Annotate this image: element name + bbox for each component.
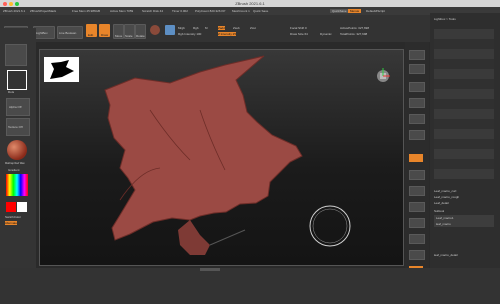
- brush-thumbnails-grid[interactable]: [434, 29, 494, 179]
- floor-button[interactable]: [409, 170, 425, 180]
- total-points-readout: TotalPoints: 327,698: [340, 32, 368, 36]
- quicksave-button[interactable]: QuickSave: [330, 9, 349, 13]
- info-item: PolyCount 820.326 KP: [195, 9, 226, 13]
- bpr-button[interactable]: [409, 50, 425, 60]
- aahalf-button[interactable]: [409, 130, 425, 140]
- stroke-icon[interactable]: [165, 25, 175, 35]
- tool-palette: Lightbox > Tools Leaf_macro_curl Leaf_ma…: [430, 13, 500, 285]
- rotate-view-button[interactable]: [409, 250, 425, 260]
- lightbox-tools-label: Lightbox > Tools: [434, 17, 456, 21]
- alpha-off-button[interactable]: Alpha Off: [6, 98, 30, 116]
- live-boolean-button[interactable]: Live Boolean: [57, 26, 83, 39]
- focal-shift-slider[interactable]: Focal Shift 0: [290, 26, 307, 30]
- mrgb-toggle[interactable]: Mrgb: [178, 26, 185, 30]
- rgb-intensity-slider[interactable]: Rgb Intensity 100: [178, 32, 201, 36]
- subtool-header: Subtool: [434, 209, 445, 213]
- info-item: MeshCount 1: [232, 9, 250, 13]
- list-item[interactable]: leaf_macro_detail: [434, 253, 458, 257]
- draw-size-slider[interactable]: Draw Size 64: [290, 32, 308, 36]
- gradient-label: Gradient: [8, 168, 20, 172]
- brush-icon[interactable]: [150, 25, 160, 35]
- list-item[interactable]: Leaf_macro1: [436, 216, 454, 220]
- zadd-toggle[interactable]: Zadd: [218, 26, 225, 30]
- lightbox-button[interactable]: LightBox: [33, 26, 55, 39]
- move-mode-button[interactable]: Move: [113, 24, 124, 39]
- title-bar: ZBrush 2021.6.1: [0, 0, 500, 7]
- default-zscript-button[interactable]: DefaultZScript: [366, 9, 385, 13]
- material-icon[interactable]: [7, 140, 27, 160]
- rgb-toggle[interactable]: Rgb: [193, 26, 199, 30]
- left-shelf: Dots Alpha Off Texture Off MatCap Red Wa…: [0, 28, 36, 272]
- material-label: MatCap Red Wax: [5, 162, 25, 165]
- subtool-2-label[interactable]: Leaf_detail: [434, 201, 449, 205]
- edit-mode-button[interactable]: Edit: [86, 24, 97, 37]
- viewport-canvas[interactable]: [39, 49, 404, 266]
- color-picker[interactable]: [6, 174, 28, 196]
- zsub-toggle[interactable]: Zsub: [233, 26, 240, 30]
- top-shelf: Home Page LightBox Live Boolean Edit Dra…: [0, 15, 500, 42]
- move-view-button[interactable]: [409, 218, 425, 228]
- info-item: ZBrush 2021.6.1: [3, 9, 26, 13]
- z-intensity-slider[interactable]: Z Intensity 25: [218, 32, 237, 36]
- scroll-button[interactable]: [409, 82, 425, 92]
- scale-mode-button[interactable]: Scale: [124, 24, 135, 39]
- rotate-mode-button[interactable]: Rotate: [135, 24, 146, 39]
- zcut-toggle[interactable]: Zcut: [250, 26, 256, 30]
- brush-preview-icon[interactable]: [5, 44, 27, 66]
- zoom-button[interactable]: [409, 98, 425, 108]
- texture-off-button[interactable]: Texture Off: [6, 118, 30, 136]
- menus-toggle[interactable]: Menus: [348, 9, 362, 13]
- secondary-color-swatch[interactable]: [17, 202, 27, 212]
- primary-color-swatch[interactable]: [6, 202, 16, 212]
- stroke-preview-icon[interactable]: [7, 70, 27, 90]
- persp-toggle[interactable]: [409, 154, 423, 162]
- window-title: ZBrush 2021.6.1: [235, 1, 265, 6]
- spix-button[interactable]: [409, 64, 425, 74]
- active-points-readout: ActivePoints: 327,698: [340, 26, 370, 30]
- m-toggle[interactable]: M: [205, 26, 208, 30]
- info-item: Scratch Disk 44: [142, 9, 164, 13]
- local-button[interactable]: [409, 186, 425, 196]
- dots-label: Dots: [8, 90, 15, 94]
- bottom-scroll-handle[interactable]: [200, 268, 220, 271]
- leaf-model[interactable]: [40, 50, 403, 265]
- info-item: Active Mem 7059: [110, 9, 134, 13]
- info-item: Timer 0.002: [172, 9, 188, 13]
- info-item: Quick Save: [253, 9, 269, 13]
- right-toolbar: [405, 42, 429, 282]
- switch-color-button[interactable]: SwitchColor: [5, 215, 21, 219]
- actual-button[interactable]: [409, 114, 425, 124]
- bottom-shelf: [0, 268, 500, 304]
- dynamic-toggle[interactable]: Dynamic: [320, 32, 332, 36]
- info-item: Free Mem 25.986GB: [72, 9, 101, 13]
- subtool-list[interactable]: Leaf_macro1 leaf_macro: [434, 215, 494, 227]
- subtool-1-label[interactable]: Leaf_macro_rough: [434, 195, 459, 199]
- brush-cursor: [309, 205, 351, 247]
- list-item[interactable]: leaf_macro: [436, 222, 451, 226]
- info-item: ZBrushProjectMack: [30, 9, 57, 13]
- subtool-0-label[interactable]: Leaf_macro_curl: [434, 189, 456, 193]
- zoom3d-button[interactable]: [409, 234, 425, 244]
- frame-button[interactable]: [409, 202, 425, 212]
- alternate-button[interactable]: Alternate: [5, 221, 18, 225]
- draw-mode-button[interactable]: Draw: [99, 24, 110, 37]
